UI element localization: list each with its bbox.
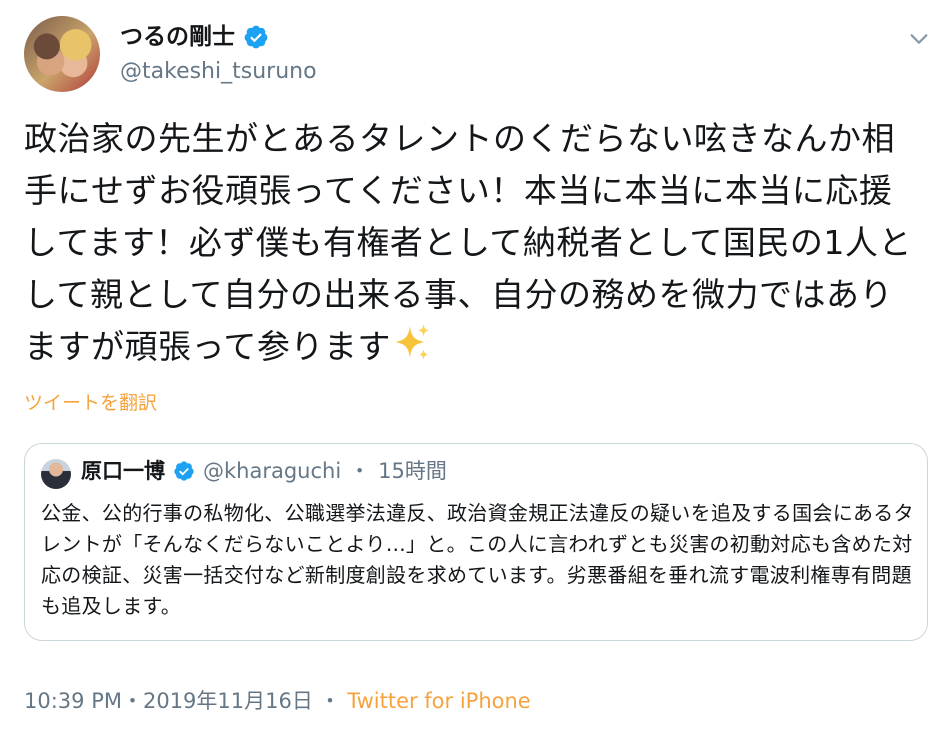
tweet-text: 政治家の先生がとあるタレントのくだらない呟きなんか相手にせずお役頑張ってください… [24,113,924,373]
translate-tweet-link[interactable]: ツイートを翻訳 [24,390,157,416]
quoted-tweet-card[interactable]: 原口一博 @kharaguchi ・ 15時間 公金、公的行事の私物化、公職選挙… [24,443,928,641]
author-avatar[interactable] [24,16,100,92]
quoted-author-handle[interactable]: @kharaguchi [203,456,341,486]
tweet-source-link[interactable]: Twitter for iPhone [347,686,531,716]
verified-badge-icon [174,461,194,481]
quoted-tweet-text: 公金、公的行事の私物化、公職選挙法違反、政治資金規正法違反の疑いを追及する国会に… [41,501,914,618]
quoted-author-avatar[interactable] [41,459,71,489]
sparkles-icon [395,324,429,360]
quoted-author-name[interactable]: 原口一博 [81,456,165,486]
quoted-meta-separator: ・ [349,459,371,483]
footer-separator: ・ [312,689,348,713]
tweet-timestamp[interactable]: 10:39 PM・2019年11月16日 [24,686,313,716]
quoted-tweet-time[interactable]: 15時間 [378,456,447,486]
tweet-body: 政治家の先生がとあるタレントのくだらない呟きなんか相手にせずお役頑張ってください… [24,119,912,366]
tweet-footer: 10:39 PM・2019年11月16日 ・ Twitter for iPhon… [24,686,531,716]
chevron-down-icon[interactable] [908,28,930,50]
quoted-tweet-header: 原口一博 @kharaguchi ・ 15時間 [81,456,447,486]
author-name-row[interactable]: つるの剛士 [120,22,269,52]
verified-badge-icon [244,25,268,49]
author-name[interactable]: つるの剛士 [120,22,235,52]
author-handle[interactable]: @takeshi_tsuruno [120,58,317,86]
